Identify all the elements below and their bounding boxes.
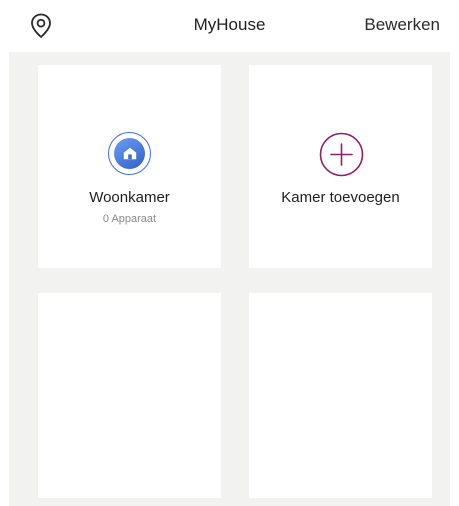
location-pin-icon — [31, 13, 51, 38]
add-room-icon-wrap — [319, 132, 364, 177]
room-card-woonkamer[interactable]: Woonkamer 0 Apparaat — [38, 65, 221, 268]
empty-card — [38, 293, 221, 498]
top-bar: MyHouse Bewerken — [0, 0, 459, 52]
room-icon-badge — [108, 132, 151, 175]
app-screen: MyHouse Bewerken Woonkamer 0 Apparaat Ka… — [0, 0, 459, 506]
plus-circle-icon — [319, 132, 364, 177]
empty-card — [249, 293, 432, 498]
add-room-card[interactable]: Kamer toevoegen — [249, 65, 432, 268]
room-device-count: 0 Apparaat — [102, 213, 157, 225]
location-button[interactable] — [28, 12, 54, 40]
add-room-label: Kamer toevoegen — [281, 189, 400, 206]
edit-button[interactable]: Bewerken — [364, 15, 440, 35]
room-name: Woonkamer — [89, 189, 170, 206]
home-icon — [123, 147, 136, 160]
room-grid: Woonkamer 0 Apparaat Kamer toevoegen — [9, 52, 450, 506]
